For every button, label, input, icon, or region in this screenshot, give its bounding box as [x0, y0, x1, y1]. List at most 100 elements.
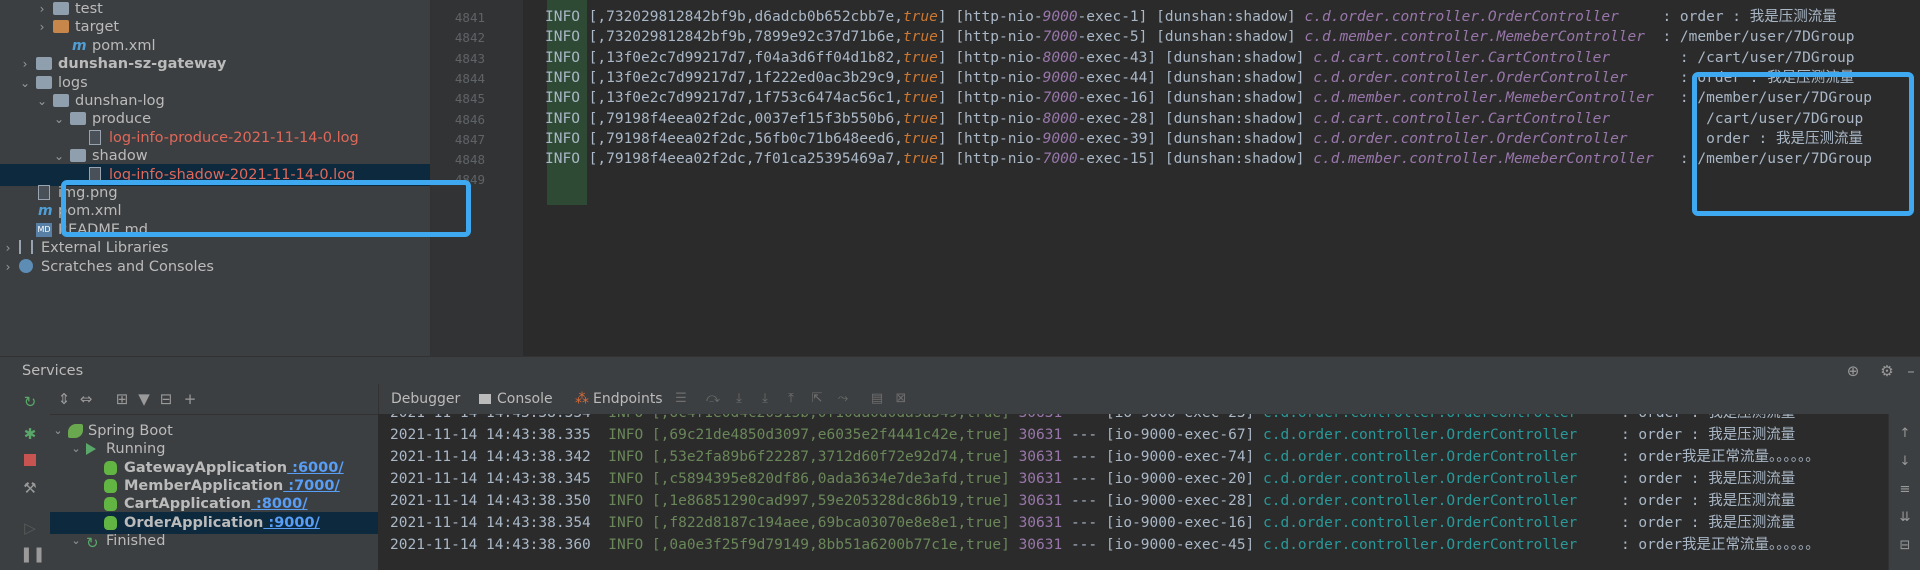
step-out-icon[interactable]: ⤒: [783, 391, 799, 407]
timestamp: 2021-11-14 14:43:38.345: [390, 471, 609, 487]
collapse-all-icon[interactable]: ⇔: [76, 389, 96, 409]
log-level: INFO: [545, 110, 589, 127]
debug-icon[interactable]: ✱: [20, 424, 40, 444]
console-output[interactable]: 2021-11-14 14:43:38.334 INFO [,6c4f1e0d4…: [378, 414, 1888, 570]
shadow-tag: ] [dunshan:shadow]: [1147, 151, 1314, 168]
print-icon[interactable]: ⊟: [1897, 538, 1913, 554]
add-service-icon[interactable]: +: [180, 389, 200, 409]
process-id: 30631: [1018, 515, 1063, 531]
trace-id: [,13f0e2c7d99217d7,f04a3d6ff04d1b82,: [588, 49, 903, 66]
line-number: 4842: [454, 30, 485, 46]
thread-name: [io-9000-exec-67]: [1105, 427, 1264, 443]
stop-icon[interactable]: [20, 451, 40, 471]
soft-wrap-icon[interactable]: ≡: [1897, 482, 1913, 498]
logger-class: c.d.order.controller.OrderController: [1304, 9, 1619, 25]
console-line: 2021-11-14 14:43:38.335 INFO [,69c21de48…: [390, 424, 1795, 446]
folder-icon: [70, 112, 86, 126]
pause-icon[interactable]: ❚❚: [20, 544, 45, 564]
debug-bug-icon: [104, 478, 117, 493]
thread-port: 7000: [1042, 29, 1078, 46]
thread-name: [io-9000-exec-16]: [1105, 515, 1264, 531]
log-message: : order : 我是压测流量: [1577, 471, 1796, 487]
chevron-down-icon[interactable]: ⌄: [70, 530, 82, 552]
thread-suffix: -exec-28: [1077, 110, 1148, 127]
service-port-link[interactable]: :7000/: [283, 478, 339, 494]
thread-suffix: -exec-43: [1077, 49, 1148, 66]
minimize-icon[interactable]: –: [1902, 362, 1920, 380]
step-over-icon[interactable]: ⤼: [705, 391, 721, 407]
library-icon: [19, 240, 33, 255]
force-step-into-icon[interactable]: ⤓: [757, 391, 773, 407]
tree-item[interactable]: › Scratches and Consoles: [0, 256, 430, 278]
tab-debugger[interactable]: Debugger: [391, 384, 460, 414]
log-line: INFO [,732029812842bf9b,7899e92c37d71b6e…: [545, 26, 1855, 48]
log-level: INFO: [545, 69, 589, 86]
thread-suffix: -exec-39: [1077, 130, 1148, 147]
line-number: 4845: [454, 91, 485, 107]
scroll-up-icon[interactable]: ↑: [1897, 426, 1913, 442]
filter-icon[interactable]: ▼: [134, 389, 154, 409]
trace-id: [,79198f4eea02f2dc,0037ef15f3b550b6,: [588, 110, 903, 127]
thread-port: 7000: [1042, 151, 1078, 168]
trace-id: [,79198f4eea02f2dc,7f01ca25395469a7,: [588, 151, 903, 168]
service-port-link[interactable]: :6000/: [287, 460, 343, 476]
tab-console[interactable]: Console: [479, 384, 553, 414]
line-number: 4843: [454, 50, 485, 66]
shadow-tag: ] [dunshan:shadow]: [1147, 110, 1314, 127]
scroll-end-icon[interactable]: ⇊: [1897, 510, 1913, 526]
chevron-right-icon[interactable]: ›: [1, 256, 15, 278]
console-side-toolbar: ↑ ↓ ≡ ⇊ ⊟: [1888, 414, 1920, 570]
log-level: INFO [,1e86851290cad997,59e205328dc86b19…: [608, 493, 1019, 509]
console-line: 2021-11-14 14:43:38.334 INFO [,6c4f1e0d4…: [390, 414, 1795, 424]
tab-console-label: Console: [497, 391, 553, 407]
trace-flag: true: [902, 69, 938, 86]
service-port-link[interactable]: :8000/: [251, 496, 307, 512]
wrench-icon[interactable]: ⚒: [20, 478, 40, 498]
thread-suffix: -exec-44: [1077, 69, 1148, 86]
tab-endpoints[interactable]: ⁂ Endpoints: [575, 384, 663, 414]
shadow-tag: ] [dunshan:shadow]: [1138, 29, 1305, 46]
separator: ---: [1062, 537, 1106, 553]
logger-class: c.d.cart.controller.CartController: [1313, 110, 1611, 127]
gear-icon[interactable]: ⚙: [1878, 362, 1896, 380]
process-id: 30631: [1018, 537, 1063, 553]
service-item[interactable]: ⌄ ↻ Finished: [50, 530, 378, 552]
folder-icon: [53, 94, 69, 107]
thread-port: 9000: [1042, 130, 1078, 147]
rerun-icon[interactable]: ↻: [20, 392, 40, 412]
thread-suffix: -exec-16: [1077, 90, 1148, 107]
frames-icon[interactable]: ▤: [869, 391, 885, 407]
console-toolbar: Debugger Console ⁂ Endpoints ☰ ⤼ ⤓ ⤓ ⤒ ⇱ …: [378, 384, 1920, 415]
resume-icon[interactable]: ▷: [20, 518, 40, 538]
run-to-cursor-icon[interactable]: ⇱: [809, 391, 825, 407]
new-tab-icon[interactable]: ⊟: [156, 389, 176, 409]
log-level: INFO: [545, 9, 589, 25]
logger-class: c.d.order.controller.OrderController: [1263, 537, 1578, 553]
trace-flag: true: [902, 29, 938, 46]
trace-id: [,732029812842bf9b,7899e92c37d71b6e,: [588, 29, 903, 46]
line-number: 4841: [454, 10, 485, 25]
service-port-link[interactable]: :9000/: [263, 515, 319, 531]
crosshair-icon[interactable]: ⊕: [1844, 362, 1862, 380]
menu-icon[interactable]: ☰: [673, 391, 689, 407]
line-number: 4847: [454, 131, 485, 147]
file-icon: [89, 129, 101, 145]
endpoints-icon: ⁂: [575, 391, 589, 407]
process-id: 30631: [1018, 427, 1063, 443]
thread-name: [io-9000-exec-45]: [1105, 537, 1264, 553]
evaluate-icon[interactable]: ⤳: [835, 391, 851, 407]
expand-all-icon[interactable]: ⇕: [54, 389, 74, 409]
logger-class: c.d.order.controller.OrderController: [1263, 493, 1578, 509]
group-icon[interactable]: ⊞: [112, 389, 132, 409]
threads-icon[interactable]: ⊠: [893, 391, 909, 407]
scroll-down-icon[interactable]: ↓: [1897, 454, 1913, 470]
timestamp: 2021-11-14 14:43:38.360: [390, 537, 609, 553]
thread-name: [io-9000-exec-23]: [1106, 414, 1263, 421]
console-line: 2021-11-14 14:43:38.350 INFO [,1e8685129…: [390, 490, 1795, 512]
line-number: 4844: [454, 70, 485, 86]
step-into-icon[interactable]: ⤓: [731, 391, 747, 407]
console-line: 2021-11-14 14:43:38.360 INFO [,0a0e3f25f…: [390, 534, 1820, 556]
console-line: 2021-11-14 14:43:38.354 INFO [,f822d8187…: [390, 512, 1795, 534]
console-line: 2021-11-14 14:43:38.342 INFO [,53e2fa89b…: [390, 446, 1820, 468]
log-level: INFO: [545, 90, 589, 107]
